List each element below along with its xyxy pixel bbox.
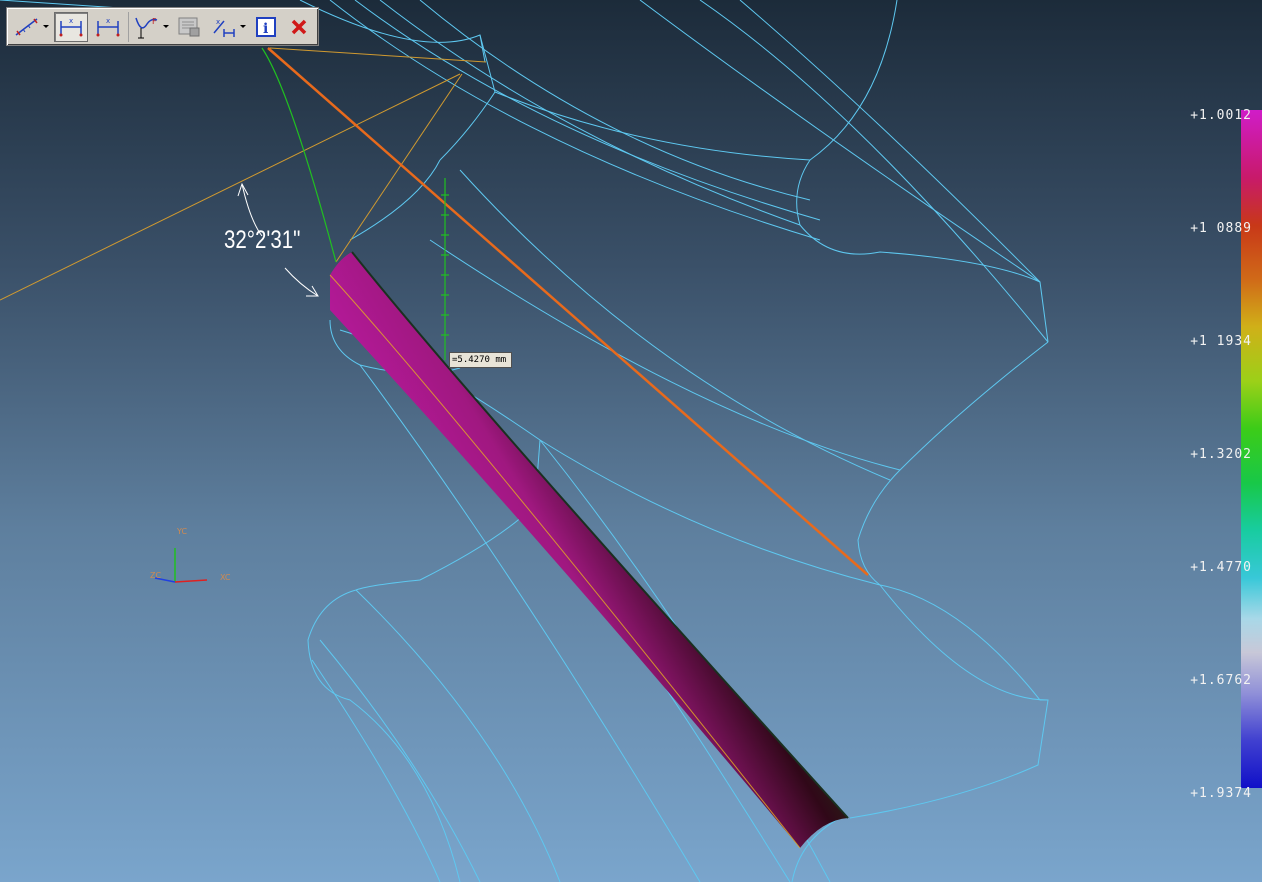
measure-distance-button[interactable] — [11, 12, 51, 42]
angle-dimension-label[interactable]: 32°2'31" — [224, 226, 300, 255]
chevron-down-icon — [240, 25, 246, 28]
horizontal-dimension-icon: x — [59, 17, 83, 36]
horizontal-dimension-button[interactable]: x — [54, 11, 88, 42]
distance-measure-label[interactable]: =5.4270 mm — [449, 352, 512, 368]
3d-viewport[interactable] — [0, 0, 1262, 882]
curve-analysis-icon: F — [135, 17, 158, 38]
legend-label: +1 1934 — [1190, 334, 1252, 349]
wireframe-geometry — [0, 0, 1049, 882]
svg-text:x: x — [106, 17, 110, 25]
svg-text:F: F — [152, 17, 157, 26]
axis-label-z: ZC — [150, 571, 162, 580]
axis-triad — [154, 548, 208, 583]
svg-text:i: i — [263, 21, 268, 37]
report-button[interactable] — [173, 12, 205, 42]
curve-analysis-button[interactable]: F — [128, 11, 170, 42]
measurement-toolbar: x x F x i — [6, 7, 319, 46]
close-button[interactable] — [284, 12, 314, 42]
analysis-surface — [329, 251, 849, 849]
legend-label: +1.0012 — [1190, 108, 1252, 123]
svg-text:x: x — [216, 18, 220, 26]
dimension-options-icon: x — [213, 18, 235, 37]
chevron-down-icon — [43, 25, 49, 28]
svg-text:x: x — [69, 17, 73, 25]
info-button[interactable]: i — [251, 12, 281, 42]
dimension-options-button[interactable]: x — [208, 12, 248, 42]
info-icon: i — [256, 16, 276, 37]
legend-label: +1 0889 — [1190, 221, 1252, 236]
measure-distance-icon — [15, 17, 38, 36]
chevron-down-icon — [163, 25, 169, 28]
close-icon — [291, 19, 307, 34]
report-icon — [178, 17, 200, 36]
legend-label: +1.4770 — [1190, 560, 1252, 575]
legend-label: +1.6762 — [1190, 673, 1252, 688]
vertical-dimension-button[interactable]: x — [91, 12, 125, 42]
vertical-dimension-icon: x — [96, 17, 120, 36]
legend-label: +1.3202 — [1190, 447, 1252, 462]
legend-label: +1.9374 — [1190, 786, 1252, 801]
axis-label-x: XC — [220, 573, 231, 582]
axis-label-y: YC — [177, 527, 188, 536]
